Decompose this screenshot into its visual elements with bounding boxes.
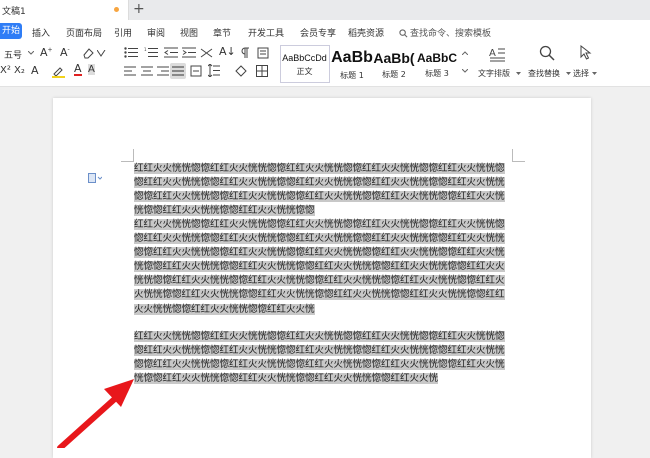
shrink-font-icon[interactable]: A- (60, 46, 70, 59)
distributed-align-icon[interactable] (190, 65, 202, 77)
style-normal-sample: AaBbCcDd (282, 53, 327, 63)
style-heading-3-sample: AaBbC (416, 51, 457, 65)
find-replace-button[interactable]: 查找替换 (528, 68, 560, 79)
font-effects-icon[interactable]: A (31, 64, 39, 77)
bullet-list-icon[interactable] (124, 47, 138, 58)
align-left-icon[interactable] (124, 66, 136, 76)
menu-tab-member[interactable]: 会员专享 (300, 26, 336, 39)
superscript-icon[interactable]: X² (0, 65, 11, 76)
font-color-icon[interactable]: A (74, 63, 82, 76)
document-tab-title: 文稿1 (2, 7, 26, 17)
style-normal-label: 正文 (296, 67, 313, 76)
menu-tab-developer[interactable]: 开发工具 (248, 26, 284, 39)
style-heading-2[interactable]: AaBb( 标题 2 (372, 45, 416, 83)
justify-icon[interactable] (172, 66, 184, 76)
cursor-select-icon[interactable] (580, 45, 592, 60)
style-heading-1-sample: AaBb (331, 49, 373, 66)
style-heading-1[interactable]: AaBb 标题 1 (330, 45, 374, 83)
grow-font-icon[interactable]: A+ (40, 46, 53, 59)
style-heading-1-label: 标题 1 (340, 71, 364, 80)
font-size-select[interactable]: 五号 (4, 48, 22, 61)
style-heading-2-sample: AaBb( (373, 50, 415, 66)
search-icon (399, 29, 408, 38)
tab-bar: 文稿1 + (0, 0, 650, 20)
document-canvas[interactable]: 红红火火恍恍惚惚红红火火恍恍惚惚红红火火恍恍惚惚红红火火恍恍惚惚红红火火恍恍惚惚… (0, 87, 650, 458)
text-layout-icon[interactable]: A (489, 46, 505, 62)
ribbon-toolbar: 五号 A+ A- X² X₂ A A A 1 A↓ AaBbCcDd 正文 Aa… (0, 42, 650, 87)
menu-bar: 开始 插入 页面布局 引用 审阅 视图 章节 开发工具 会员专享 稻壳资源 查找… (0, 20, 650, 42)
find-replace-icon[interactable] (539, 45, 555, 61)
svg-text:A: A (489, 48, 496, 59)
paragraph-mark-icon[interactable] (240, 47, 250, 59)
select-button[interactable]: 选择 (573, 68, 589, 79)
menu-tab-chapter[interactable]: 章节 (213, 26, 231, 39)
styles-more-icon[interactable] (462, 69, 468, 73)
unsaved-dot-icon (114, 7, 119, 12)
align-right-icon[interactable] (157, 66, 169, 76)
style-heading-3[interactable]: AaBbC 标题 3 (415, 45, 459, 83)
eraser-icon[interactable] (82, 47, 94, 59)
chevron-down-icon[interactable] (592, 72, 597, 75)
document-tab[interactable]: 文稿1 (0, 0, 129, 20)
menu-tab-docer[interactable]: 稻壳资源 (348, 26, 384, 39)
subscript-icon[interactable]: X₂ (14, 65, 25, 76)
line-spacing-icon[interactable] (208, 64, 220, 77)
char-shading-icon[interactable]: A (88, 64, 95, 75)
paragraph-settings-icon[interactable] (257, 47, 269, 59)
styles-scroll-up-icon[interactable] (462, 51, 468, 55)
text-layout-button[interactable]: 文字排版 (478, 68, 510, 79)
chevron-down-icon[interactable] (28, 51, 34, 55)
text-effect-icon[interactable] (97, 50, 106, 58)
svg-text:1: 1 (144, 47, 147, 52)
command-search-placeholder: 查找命令、搜索模板 (410, 29, 492, 39)
style-normal[interactable]: AaBbCcDd 正文 (282, 45, 327, 83)
highlight-icon[interactable] (52, 66, 65, 78)
decrease-indent-icon[interactable] (164, 47, 178, 58)
style-heading-2-label: 标题 2 (382, 70, 406, 79)
menu-tab-references[interactable]: 引用 (114, 26, 132, 39)
menu-tab-review[interactable]: 审阅 (147, 26, 165, 39)
menu-tab-start[interactable]: 开始 (0, 23, 22, 39)
chevron-down-icon[interactable] (516, 72, 521, 75)
annotation-arrow (57, 379, 134, 448)
chinese-layout-icon[interactable] (200, 47, 214, 59)
increase-indent-icon[interactable] (182, 47, 196, 58)
numbered-list-icon[interactable]: 1 (144, 47, 158, 58)
shading-icon[interactable] (234, 65, 248, 77)
style-heading-3-label: 标题 3 (425, 69, 449, 78)
borders-icon[interactable] (256, 65, 268, 77)
menu-tab-insert[interactable]: 插入 (32, 26, 50, 39)
menu-tab-page-layout[interactable]: 页面布局 (66, 26, 102, 39)
command-search[interactable]: 查找命令、搜索模板 (399, 26, 491, 39)
new-tab-plus-icon[interactable]: + (133, 1, 145, 17)
align-center-icon[interactable] (141, 66, 153, 76)
menu-tab-view[interactable]: 视图 (180, 26, 198, 39)
chevron-down-icon[interactable] (566, 72, 571, 75)
sort-icon[interactable]: A↓ (219, 45, 236, 58)
